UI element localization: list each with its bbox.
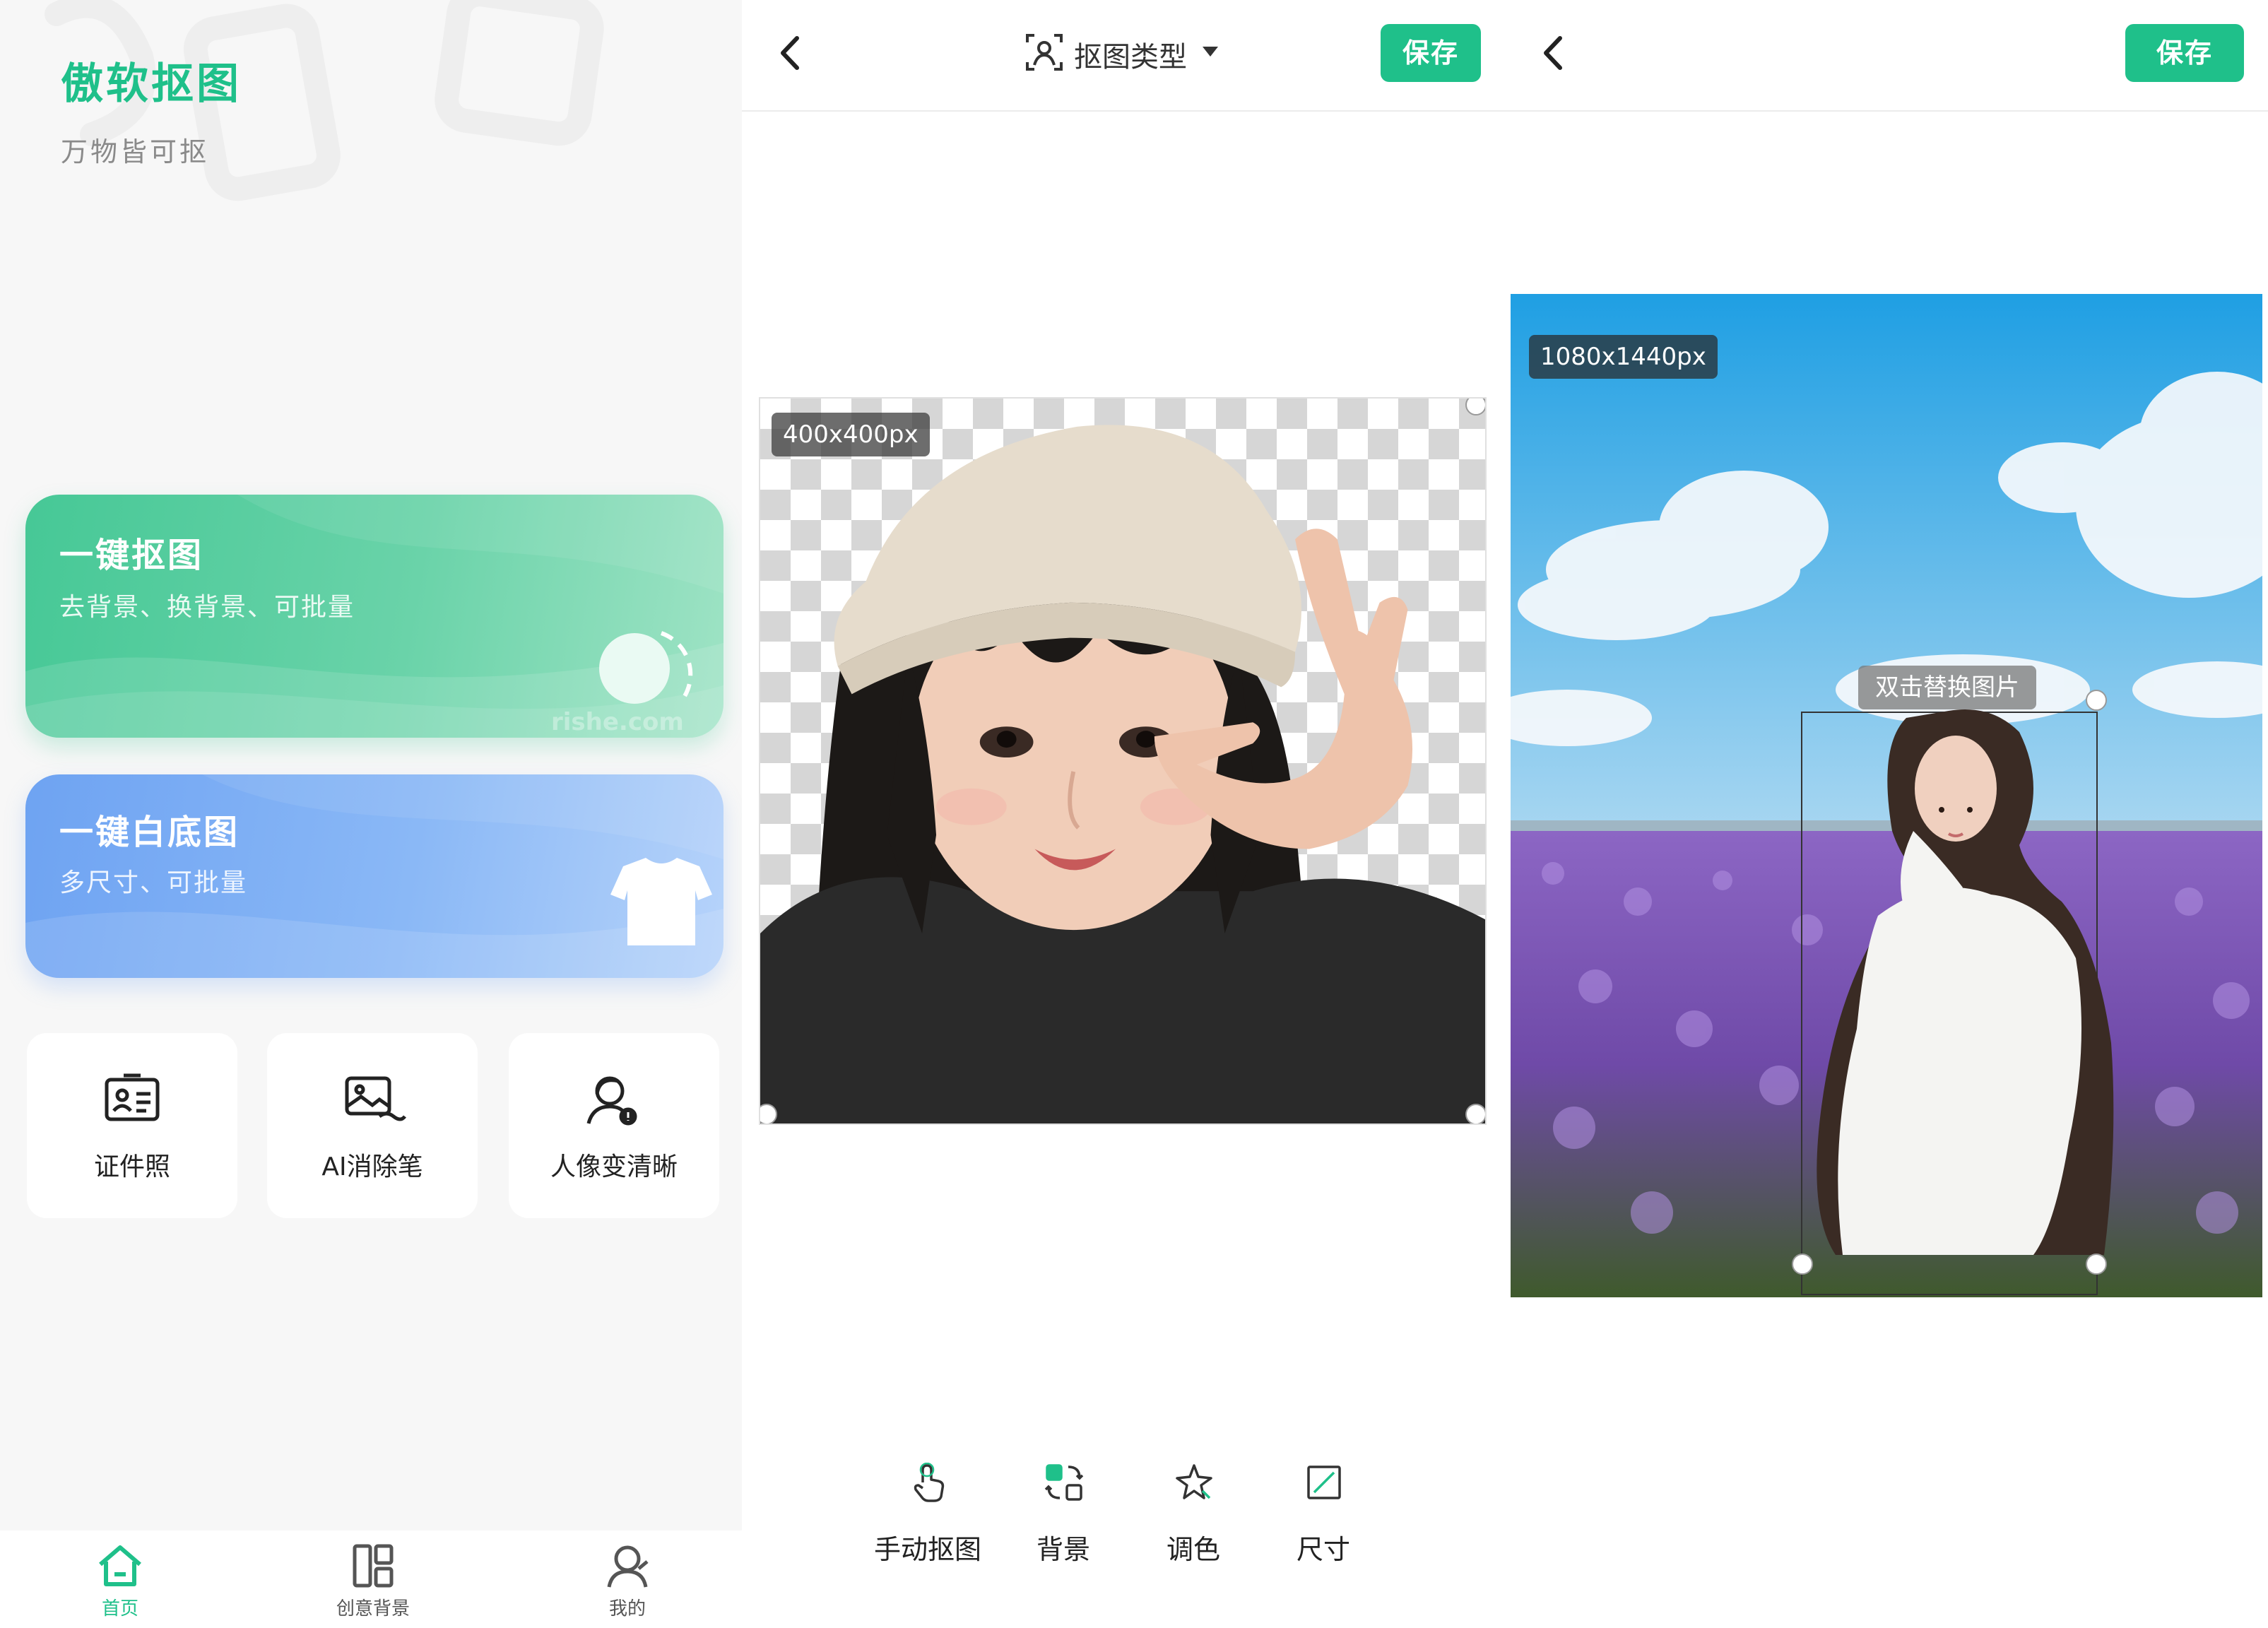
flip-handle-icon[interactable]	[1792, 1254, 1813, 1275]
card-description: 多尺寸、可批量	[59, 868, 248, 897]
nav-creative-background[interactable]: 创意背景	[302, 1530, 444, 1628]
resize-handle[interactable]	[1465, 1104, 1485, 1123]
cutout-type-selector[interactable]: 抠图类型	[1024, 28, 1236, 78]
background-swap-icon	[1044, 1464, 1084, 1501]
white-background-card[interactable]: 一键白底图 多尺寸、可批量	[25, 774, 723, 978]
home-icon	[99, 1545, 141, 1586]
nav-profile[interactable]: 我的	[557, 1530, 698, 1628]
save-button[interactable]: 保存	[1381, 24, 1481, 82]
nav-home[interactable]: 首页	[49, 1530, 191, 1628]
composite-header: 保存	[1511, 0, 2268, 112]
header-divider	[1511, 110, 2268, 112]
tile-label: 证件照	[93, 1152, 170, 1181]
portrait-enhance-icon	[586, 1076, 637, 1126]
resize-handle[interactable]	[2086, 1254, 2107, 1275]
nav-label: 我的	[608, 1598, 646, 1620]
hand-pointer-icon	[914, 1463, 945, 1502]
crop-size-icon	[1307, 1465, 1341, 1499]
header-divider	[742, 110, 1511, 112]
double-tap-replace-tooltip: 双击替换图片	[1858, 666, 2036, 709]
nav-label: 创意背景	[336, 1598, 410, 1620]
id-photo-tile[interactable]: 证件照	[27, 1033, 237, 1218]
back-arrow-icon[interactable]	[1530, 28, 1580, 78]
home-screen: 傲软抠图 万物皆可抠 一键抠图 去背景、换背景、可批量 rishe.com 一键…	[0, 0, 742, 1628]
tool-background[interactable]: 背景	[1017, 1463, 1109, 1569]
color-adjust-icon	[1176, 1464, 1212, 1499]
image-eraser-icon	[345, 1076, 406, 1121]
ai-eraser-tile[interactable]: AI消除笔	[267, 1033, 478, 1218]
tool-label: 调色	[1166, 1534, 1220, 1565]
app-subtitle: 万物皆可抠	[61, 136, 210, 167]
card-description: 去背景、换背景、可批量	[59, 593, 355, 622]
tool-size[interactable]: 尺寸	[1277, 1463, 1369, 1569]
copy-layer-icon[interactable]	[2086, 690, 2107, 711]
person-frame-icon	[1026, 34, 1063, 71]
save-button[interactable]: 保存	[2125, 24, 2244, 82]
editor-header: 抠图类型 保存	[742, 0, 1511, 112]
image-size-badge: 400x400px	[772, 413, 930, 456]
app-title: 傲软抠图	[61, 59, 242, 109]
cutout-subject-image	[760, 425, 1485, 1123]
id-card-icon	[105, 1073, 160, 1121]
portrait-enhance-tile[interactable]: 人像变清晰	[509, 1033, 719, 1218]
tool-color-adjust[interactable]: 调色	[1147, 1463, 1239, 1569]
composite-preview-canvas[interactable]: 1080x1440px	[1511, 294, 2262, 1297]
tile-label: 人像变清晰	[550, 1152, 678, 1181]
tool-manual-cutout[interactable]: 手动抠图	[874, 1463, 981, 1569]
cutout-type-label: 抠图类型	[1074, 41, 1187, 73]
one-click-cutout-card[interactable]: 一键抠图 去背景、换背景、可批量 rishe.com	[25, 495, 723, 738]
layout-icon	[353, 1544, 394, 1588]
tool-label: 背景	[1036, 1534, 1090, 1565]
watermark-text: rishe.com	[551, 708, 684, 736]
chevron-down-icon	[1203, 47, 1218, 57]
bottom-navigation: 首页 创意背景 我的	[0, 1530, 742, 1628]
user-icon	[607, 1545, 649, 1588]
cutout-editor-screen: 抠图类型 保存 400x400px 手动抠图 背景 调色 尺寸	[742, 0, 1511, 1628]
image-size-badge: 1080x1440px	[1529, 335, 1718, 379]
back-arrow-icon[interactable]	[767, 28, 817, 78]
card-title: 一键抠图	[59, 536, 204, 575]
composite-image	[1511, 294, 2262, 1297]
screenshot-root: 傲软抠图 万物皆可抠 一键抠图 去背景、换背景、可批量 rishe.com 一键…	[0, 0, 2268, 1628]
card-title: 一键白底图	[59, 813, 240, 852]
cutout-preview-canvas[interactable]: 400x400px	[759, 397, 1487, 1125]
tile-label: AI消除笔	[321, 1152, 423, 1181]
tool-label: 尺寸	[1296, 1534, 1350, 1565]
nav-label: 首页	[101, 1598, 138, 1620]
background-composite-screen: 保存 1080x1440px 双击替换图片	[1511, 0, 2268, 1628]
tool-label: 手动抠图	[873, 1534, 981, 1565]
